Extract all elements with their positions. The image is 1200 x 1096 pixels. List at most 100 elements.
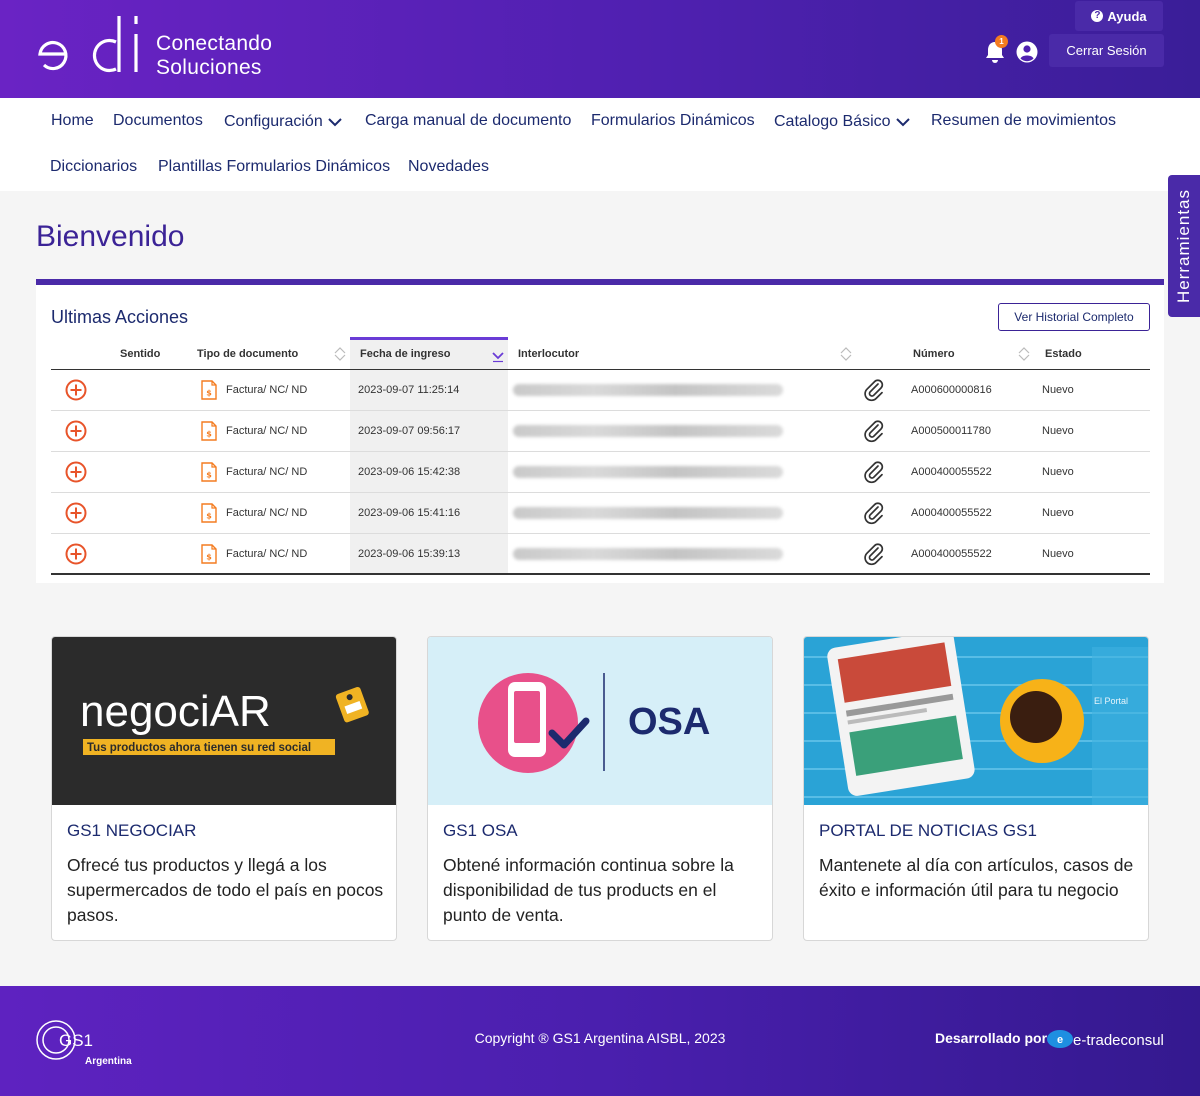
ver-historial-button[interactable]: Ver Historial Completo xyxy=(998,303,1150,331)
fecha-cell: 2023-09-07 09:56:17 xyxy=(358,411,460,451)
help-button[interactable]: ? Ayuda xyxy=(1075,1,1163,31)
blurred-interlocutor xyxy=(513,384,783,396)
portal-banner: El Portal xyxy=(804,637,1148,805)
negociar-banner-slogan: Tus productos ahora tienen su red social xyxy=(87,742,311,754)
table-row[interactable]: $ Factura/ NC/ ND 2023-09-07 09:56:17 A0… xyxy=(51,411,1150,452)
etrade-label: e-tradeconsult xyxy=(1073,1032,1164,1049)
card-negociar[interactable]: negociAR Tus productos ahora tienen su r… xyxy=(51,636,397,941)
add-circle-icon[interactable] xyxy=(65,379,87,401)
sort-desc-icon[interactable] xyxy=(492,349,504,363)
sort-icon[interactable] xyxy=(840,347,852,361)
interlocutor-cell xyxy=(513,411,783,451)
nav-documentos[interactable]: Documentos xyxy=(113,112,203,130)
main-nav: Home Documentos Configuración Carga manu… xyxy=(0,98,1200,191)
tipo-text: Factura/ NC/ ND xyxy=(226,466,308,478)
nav-label: Formularios Dinámicos xyxy=(591,112,755,129)
tagline-line1: Conectando xyxy=(156,32,273,55)
paperclip-icon[interactable] xyxy=(862,460,886,484)
table-row[interactable]: $ Factura/ NC/ ND 2023-09-06 15:42:38 A0… xyxy=(51,452,1150,493)
negociar-banner-word: negociAR xyxy=(80,687,271,736)
sentido-cell xyxy=(65,452,87,492)
numero-cell: A000400055522 xyxy=(911,493,992,533)
table-body: $ Factura/ NC/ ND 2023-09-07 11:25:14 A0… xyxy=(51,370,1150,575)
nav-label: Carga manual de documento xyxy=(365,112,572,129)
nav-carga-manual[interactable]: Carga manual de documento xyxy=(365,112,571,130)
interlocutor-cell xyxy=(513,493,783,533)
paperclip-icon[interactable] xyxy=(862,542,886,566)
paperclip-icon[interactable] xyxy=(862,378,886,402)
nav-novedades[interactable]: Novedades xyxy=(408,158,489,176)
fecha-cell: 2023-09-07 11:25:14 xyxy=(358,370,459,410)
blurred-interlocutor xyxy=(513,425,783,437)
add-circle-icon[interactable] xyxy=(65,502,87,524)
logout-button[interactable]: Cerrar Sesión xyxy=(1049,34,1164,67)
nav-formularios-dinamicos[interactable]: Formularios Dinámicos xyxy=(591,112,755,130)
nav-resumen-movimientos[interactable]: Resumen de movimientos xyxy=(931,112,1116,130)
tipo-cell: $ Factura/ NC/ ND xyxy=(201,534,307,574)
svg-text:e: e xyxy=(1057,1034,1063,1046)
table-row[interactable]: $ Factura/ NC/ ND 2023-09-06 15:39:13 A0… xyxy=(51,534,1150,575)
paperclip-icon[interactable] xyxy=(862,501,886,525)
nav-catalogo-basico[interactable]: Catalogo Básico xyxy=(774,113,910,131)
numero-text: A000400055522 xyxy=(911,507,992,519)
invoice-document-icon: $ xyxy=(201,380,217,400)
svg-text:$: $ xyxy=(206,389,212,398)
nav-diccionarios[interactable]: Diccionarios xyxy=(50,158,137,176)
col-interlocutor[interactable]: Interlocutor xyxy=(518,337,579,370)
svg-text:$: $ xyxy=(206,471,212,480)
help-label: Ayuda xyxy=(1107,8,1147,24)
col-sentido[interactable]: Sentido xyxy=(120,337,160,370)
tagline: Conectando Soluciones xyxy=(156,32,272,80)
footer: GS1 Argentina Copyright ® GS1 Argentina … xyxy=(0,986,1200,1096)
col-numero[interactable]: Número xyxy=(913,337,955,370)
card-portal-noticias[interactable]: El Portal PORTAL DE NOTICIAS GS1 Mantene… xyxy=(803,636,1149,941)
fecha-text: 2023-09-06 15:39:13 xyxy=(358,548,461,560)
add-circle-icon[interactable] xyxy=(65,461,87,483)
blurred-interlocutor xyxy=(513,548,783,560)
nav-label: Plantillas Formularios Dinámicos xyxy=(158,158,391,175)
tipo-cell: $ Factura/ NC/ ND xyxy=(201,493,307,533)
table-row[interactable]: $ Factura/ NC/ ND 2023-09-07 11:25:14 A0… xyxy=(51,370,1150,411)
sort-icon[interactable] xyxy=(1018,347,1030,361)
sort-icon[interactable] xyxy=(334,347,346,361)
numero-text: A000600000816 xyxy=(911,384,992,396)
attachment-cell xyxy=(862,370,886,410)
estado-cell: Nuevo xyxy=(1042,534,1074,574)
col-tipo-documento[interactable]: Tipo de documento xyxy=(197,337,298,370)
svg-text:$: $ xyxy=(206,512,212,521)
col-fecha-ingreso[interactable]: Fecha de ingreso xyxy=(360,337,450,370)
numero-text: A000500011780 xyxy=(911,425,991,437)
tipo-cell: $ Factura/ NC/ ND xyxy=(201,370,307,410)
add-circle-icon[interactable] xyxy=(65,420,87,442)
invoice-document-icon: $ xyxy=(201,462,217,482)
card-title: PORTAL DE NOTICIAS GS1 xyxy=(819,821,1037,840)
add-circle-icon[interactable] xyxy=(65,543,87,565)
col-estado[interactable]: Estado xyxy=(1045,337,1082,370)
etradeconsult-logo[interactable]: e e-tradeconsult xyxy=(1046,1022,1164,1054)
numero-cell: A000600000816 xyxy=(911,370,992,410)
estado-text: Nuevo xyxy=(1042,466,1074,478)
paperclip-icon[interactable] xyxy=(862,419,886,443)
attachment-cell xyxy=(862,452,886,492)
estado-text: Nuevo xyxy=(1042,507,1074,519)
numero-text: A000400055522 xyxy=(911,466,992,478)
card-osa[interactable]: OSA GS1 OSA Obtené información continua … xyxy=(427,636,773,941)
user-profile-icon[interactable] xyxy=(1016,41,1038,63)
chevron-down-icon xyxy=(895,117,910,126)
herramientas-tab[interactable]: Herramientas xyxy=(1168,175,1200,317)
blurred-interlocutor xyxy=(513,507,783,519)
attachment-cell xyxy=(862,411,886,451)
herramientas-label: Herramientas xyxy=(1174,188,1194,304)
table-row[interactable]: $ Factura/ NC/ ND 2023-09-06 15:41:16 A0… xyxy=(51,493,1150,534)
tipo-text: Factura/ NC/ ND xyxy=(226,507,308,519)
edi-logo[interactable] xyxy=(36,14,146,76)
estado-cell: Nuevo xyxy=(1042,493,1074,533)
nav-plantillas[interactable]: Plantillas Formularios Dinámicos xyxy=(158,158,390,176)
nav-home[interactable]: Home xyxy=(51,112,94,130)
fecha-text: 2023-09-07 09:56:17 xyxy=(358,425,461,437)
estado-text: Nuevo xyxy=(1042,425,1074,437)
nav-configuracion[interactable]: Configuración xyxy=(224,113,342,131)
numero-cell: A000400055522 xyxy=(911,452,992,492)
notification-badge: 1 xyxy=(995,35,1008,48)
tipo-text: Factura/ NC/ ND xyxy=(226,548,308,560)
